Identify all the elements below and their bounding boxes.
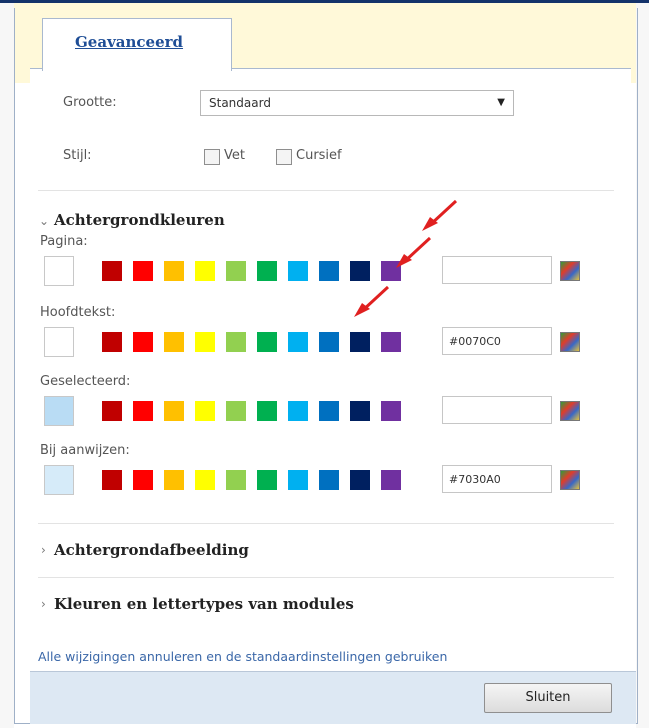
color-swatch[interactable]: [288, 401, 308, 421]
hex-color-input[interactable]: [442, 396, 552, 424]
color-swatch[interactable]: [133, 470, 153, 490]
color-swatch[interactable]: [257, 401, 277, 421]
color-swatch[interactable]: [133, 261, 153, 281]
color-swatch[interactable]: [288, 261, 308, 281]
color-preview: [44, 396, 74, 426]
color-row-label: Geselecteerd:: [40, 374, 131, 389]
color-swatch[interactable]: [381, 470, 401, 490]
italic-label: Cursief: [296, 148, 342, 163]
chevron-right-icon[interactable]: ›: [41, 597, 46, 611]
color-swatch[interactable]: [164, 261, 184, 281]
color-swatch[interactable]: [257, 470, 277, 490]
chevron-down-icon: ▼: [497, 97, 505, 108]
color-swatch[interactable]: [319, 470, 339, 490]
chevron-down-icon[interactable]: ⌄: [39, 214, 49, 228]
divider: [38, 523, 614, 524]
color-swatch[interactable]: [350, 470, 370, 490]
section-module-colors[interactable]: Kleuren en lettertypes van modules: [54, 595, 354, 613]
size-label: Grootte:: [63, 95, 117, 110]
close-button[interactable]: Sluiten: [484, 683, 612, 713]
color-swatch[interactable]: [257, 332, 277, 352]
divider: [38, 577, 614, 578]
style-label: Stijl:: [63, 148, 92, 163]
color-swatch[interactable]: [195, 332, 215, 352]
hex-color-input[interactable]: #0070C0: [442, 327, 552, 355]
color-swatch[interactable]: [164, 401, 184, 421]
color-swatch[interactable]: [381, 401, 401, 421]
color-swatch[interactable]: [102, 332, 122, 352]
color-swatch[interactable]: [195, 401, 215, 421]
color-swatch[interactable]: [195, 470, 215, 490]
color-row-label: Pagina:: [40, 234, 88, 249]
color-swatch[interactable]: [288, 470, 308, 490]
reset-defaults-link[interactable]: Alle wijzigingen annuleren en de standaa…: [38, 649, 447, 664]
color-swatch[interactable]: [319, 332, 339, 352]
size-select[interactable]: Standaard ▼: [200, 90, 514, 116]
hex-color-input[interactable]: [442, 256, 552, 284]
left-background-strip: [0, 3, 14, 728]
italic-checkbox[interactable]: [276, 149, 292, 165]
color-preview: [44, 256, 74, 286]
dialog-panel: Grootte: Standaard ▼ Stijl: Vet Cursief …: [30, 68, 631, 669]
hex-color-input[interactable]: #7030A0: [442, 465, 552, 493]
color-row-label: Bij aanwijzen:: [40, 443, 130, 458]
color-swatch[interactable]: [102, 470, 122, 490]
annotation-arrow: [396, 236, 432, 268]
color-swatch[interactable]: [319, 261, 339, 281]
divider: [38, 190, 614, 191]
color-swatch[interactable]: [102, 401, 122, 421]
color-swatch[interactable]: [133, 401, 153, 421]
tab-geavanceerd[interactable]: Geavanceerd: [42, 18, 232, 71]
color-swatch[interactable]: [288, 332, 308, 352]
bold-label: Vet: [224, 148, 245, 163]
color-swatch[interactable]: [226, 332, 246, 352]
size-select-value: Standaard: [209, 96, 271, 110]
color-preview: [44, 465, 74, 495]
chevron-right-icon[interactable]: ›: [41, 543, 46, 557]
color-picker-icon[interactable]: [560, 470, 580, 490]
color-row-label: Hoofdtekst:: [40, 305, 116, 320]
color-picker-icon[interactable]: [560, 401, 580, 421]
color-swatch[interactable]: [319, 401, 339, 421]
color-swatch[interactable]: [226, 470, 246, 490]
section-background-colors[interactable]: Achtergrondkleuren: [54, 211, 225, 229]
color-swatch[interactable]: [133, 332, 153, 352]
color-swatch[interactable]: [195, 261, 215, 281]
settings-dialog: Geavanceerd Grootte: Standaard ▼ Stijl: …: [14, 8, 638, 724]
tab-label: Geavanceerd: [75, 33, 184, 51]
color-swatch[interactable]: [102, 261, 122, 281]
color-swatch[interactable]: [350, 332, 370, 352]
color-swatch[interactable]: [350, 401, 370, 421]
annotation-arrow: [354, 285, 390, 317]
color-picker-icon[interactable]: [560, 332, 580, 352]
annotation-arrow: [422, 199, 458, 231]
bold-checkbox[interactable]: [204, 149, 220, 165]
color-swatch[interactable]: [381, 332, 401, 352]
dialog-footer: Sluiten: [30, 671, 636, 724]
color-swatch[interactable]: [164, 470, 184, 490]
color-swatch[interactable]: [226, 401, 246, 421]
color-swatch[interactable]: [226, 261, 246, 281]
color-swatch[interactable]: [257, 261, 277, 281]
section-background-image[interactable]: Achtergrondafbeelding: [54, 541, 249, 559]
color-swatch[interactable]: [164, 332, 184, 352]
color-preview: [44, 327, 74, 357]
color-swatch[interactable]: [350, 261, 370, 281]
color-picker-icon[interactable]: [560, 261, 580, 281]
